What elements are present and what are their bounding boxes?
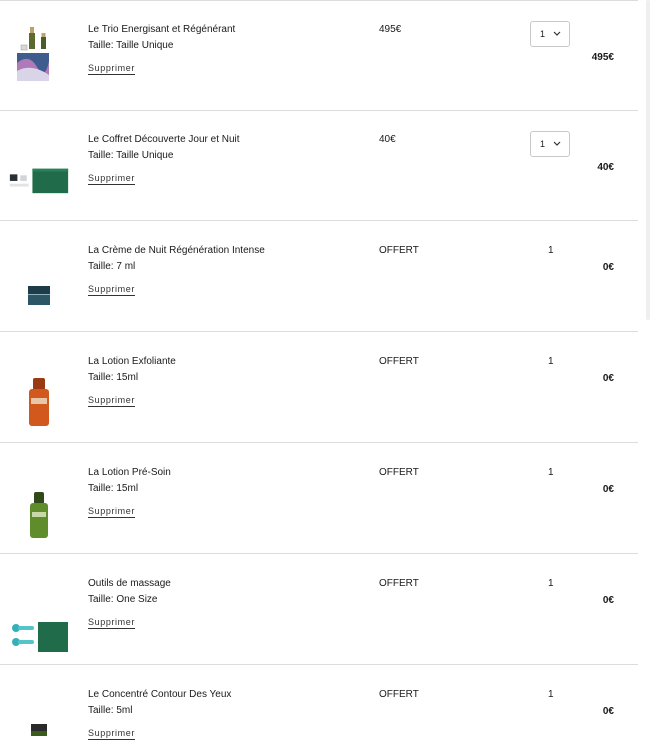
quantity-value: 1 (540, 139, 546, 149)
size-value: 7 ml (116, 261, 136, 272)
remove-link[interactable]: Supprimer (88, 63, 135, 75)
scrollbar[interactable] (646, 0, 650, 320)
size-prefix: Taille: (88, 40, 117, 51)
trio-set-icon[interactable] (8, 23, 70, 85)
product-name[interactable]: La Lotion Pré-Soin (88, 466, 358, 480)
line-total: 495€ (591, 52, 614, 63)
quantity-value: 1 (548, 689, 554, 700)
unit-price: OFFERT (379, 578, 419, 589)
product-name[interactable]: Le Concentré Contour Des Yeux (88, 688, 358, 702)
unit-price: 40€ (379, 134, 396, 145)
line-total: 0€ (602, 373, 614, 384)
line-total: 0€ (602, 706, 614, 717)
cart-item-row: La Crème de Nuit Régénération Intense Ta… (0, 222, 638, 332)
size-prefix: Taille: (88, 261, 117, 272)
quantity-value: 1 (548, 356, 554, 367)
product-name[interactable]: La Lotion Exfoliante (88, 355, 358, 369)
cart-item-row: Le Concentré Contour Des Yeux Taille: 5m… (0, 666, 638, 748)
size-value: 15ml (116, 483, 139, 494)
remove-link[interactable]: Supprimer (88, 617, 135, 629)
chevron-down-icon (553, 141, 561, 146)
product-size: Taille: One Size (88, 593, 358, 607)
product-size: Taille: Taille Unique (88, 149, 358, 163)
line-total: 0€ (602, 484, 614, 495)
cart-item-row: Outils de massage Taille: One Size Suppr… (0, 555, 638, 665)
remove-link[interactable]: Supprimer (88, 173, 135, 185)
size-prefix: Taille: (88, 594, 117, 605)
line-total: 0€ (602, 595, 614, 606)
chevron-down-icon (553, 31, 561, 36)
product-name[interactable]: La Crème de Nuit Régénération Intense (88, 244, 358, 258)
quantity-select[interactable]: 1 (530, 131, 570, 157)
product-size: Taille: 5ml (88, 704, 358, 718)
cream-jar-icon[interactable] (8, 264, 70, 326)
cart-item-row: Le Trio Energisant et Régénérant Taille:… (0, 1, 638, 111)
cart-item-row: La Lotion Pré-Soin Taille: 15ml Supprime… (0, 444, 638, 554)
remove-link[interactable]: Supprimer (88, 395, 135, 407)
line-total: 40€ (597, 162, 614, 173)
product-size: Taille: 7 ml (88, 260, 358, 274)
product-size: Taille: Taille Unique (88, 39, 358, 53)
size-prefix: Taille: (88, 483, 117, 494)
product-name[interactable]: Outils de massage (88, 577, 358, 591)
quantity-select[interactable]: 1 (530, 21, 570, 47)
remove-link[interactable]: Supprimer (88, 728, 135, 740)
product-name[interactable]: Le Trio Energisant et Régénérant (88, 23, 358, 37)
size-value: Taille Unique (116, 40, 174, 51)
size-prefix: Taille: (88, 150, 117, 161)
remove-link[interactable]: Supprimer (88, 284, 135, 296)
eye-concentrate-jar-icon[interactable] (8, 720, 70, 748)
product-name[interactable]: Le Coffret Découverte Jour et Nuit (88, 133, 358, 147)
massage-tools-icon[interactable] (8, 605, 70, 667)
product-size: Taille: 15ml (88, 482, 358, 496)
line-total: 0€ (602, 262, 614, 273)
unit-price: OFFERT (379, 356, 419, 367)
unit-price: OFFERT (379, 689, 419, 700)
unit-price: OFFERT (379, 245, 419, 256)
size-value: 5ml (116, 705, 133, 716)
size-value: Taille Unique (116, 150, 174, 161)
size-prefix: Taille: (88, 705, 117, 716)
discovery-box-icon[interactable] (8, 149, 70, 211)
remove-link[interactable]: Supprimer (88, 506, 135, 518)
quantity-value: 1 (540, 29, 546, 39)
size-value: One Size (116, 594, 158, 605)
quantity-value: 1 (548, 245, 554, 256)
green-bottle-icon[interactable] (8, 484, 70, 546)
cart-item-row: La Lotion Exfoliante Taille: 15ml Suppri… (0, 333, 638, 443)
unit-price: 495€ (379, 24, 402, 35)
unit-price: OFFERT (379, 467, 419, 478)
product-size: Taille: 15ml (88, 371, 358, 385)
quantity-value: 1 (548, 578, 554, 589)
cart-items-list: Le Trio Energisant et Régénérant Taille:… (0, 0, 638, 748)
orange-bottle-icon[interactable] (8, 371, 70, 433)
size-value: 15ml (116, 372, 139, 383)
cart-item-row: Le Coffret Découverte Jour et Nuit Taill… (0, 111, 638, 221)
quantity-value: 1 (548, 467, 554, 478)
size-prefix: Taille: (88, 372, 117, 383)
